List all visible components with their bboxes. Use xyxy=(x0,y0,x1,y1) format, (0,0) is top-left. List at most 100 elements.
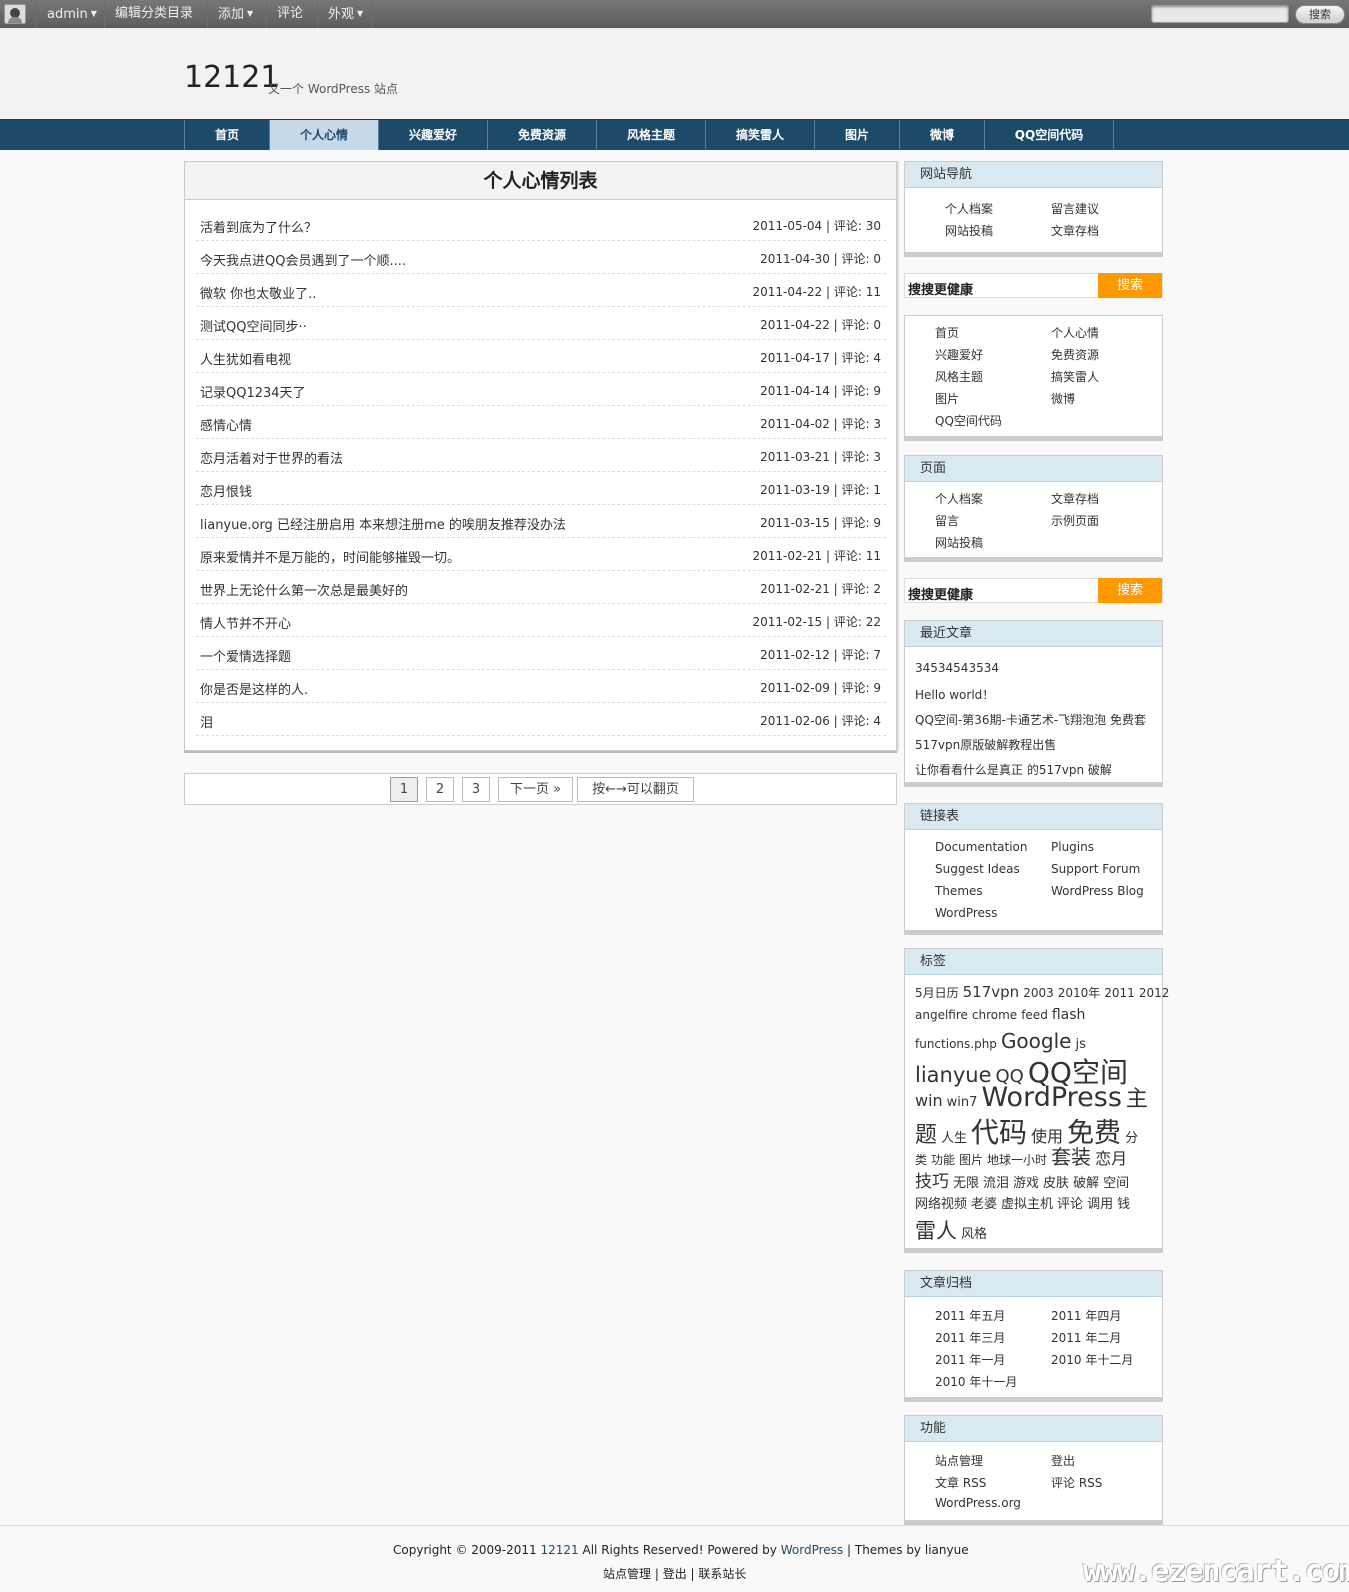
category-link[interactable]: 图片 xyxy=(935,390,959,407)
post-title-link[interactable]: 泪 xyxy=(200,712,213,731)
blogroll-link[interactable]: Plugins xyxy=(1051,840,1094,854)
sidebar-search[interactable]: 搜搜更健康 搜索 xyxy=(904,273,1163,298)
tag-link[interactable]: flash xyxy=(1052,1007,1086,1023)
post-title-link[interactable]: 世界上无论什么第一次总是最美好的 xyxy=(200,580,408,599)
adminbar-item-admin[interactable]: admin ▼ xyxy=(36,0,107,28)
footer-link-logout[interactable]: 登出 xyxy=(663,1567,687,1581)
nav-item-weibo[interactable]: 微博 xyxy=(899,120,984,150)
adminbar-search-input[interactable] xyxy=(1151,5,1289,23)
nav-item-hobby[interactable]: 兴趣爱好 xyxy=(378,120,487,150)
widget-link[interactable]: 网站投稿 xyxy=(945,222,993,239)
footer-wordpress-link[interactable]: WordPress xyxy=(781,1543,843,1557)
post-title-link[interactable]: 恋月活着对于世界的看法 xyxy=(200,448,343,467)
tag-link[interactable]: 钱 xyxy=(1117,1197,1130,1212)
search-input[interactable]: 搜搜更健康 xyxy=(908,279,973,298)
page-link-1[interactable]: 1 xyxy=(390,777,418,802)
search-input[interactable]: 搜搜更健康 xyxy=(908,584,973,603)
archive-link[interactable]: 2010 年十一月 xyxy=(935,1373,1017,1390)
tag-link[interactable]: 网络视频 xyxy=(915,1197,967,1212)
tag-link[interactable]: 2003 xyxy=(1023,986,1054,1000)
blogroll-link[interactable]: Themes xyxy=(935,884,983,898)
post-title-link[interactable]: 活着到底为了什么？ xyxy=(200,217,317,236)
page-link[interactable]: 个人档案 xyxy=(935,490,983,507)
tag-link[interactable]: js xyxy=(1075,1037,1085,1052)
page-link-3[interactable]: 3 xyxy=(462,777,490,802)
tag-link[interactable]: angelfire xyxy=(915,1008,968,1022)
tag-link[interactable]: WordPress xyxy=(981,1082,1121,1113)
category-link[interactable]: 风格主题 xyxy=(935,368,983,385)
tag-link[interactable]: 套装 xyxy=(1051,1145,1091,1169)
category-link[interactable]: 兴趣爱好 xyxy=(935,346,983,363)
recent-post-link[interactable]: 34534543534 xyxy=(915,661,999,675)
tag-link[interactable]: 图片 xyxy=(959,1153,983,1167)
page-link-2[interactable]: 2 xyxy=(426,777,454,802)
meta-link[interactable]: WordPress.org xyxy=(935,1496,1021,1510)
category-link[interactable]: 个人心情 xyxy=(1051,324,1099,341)
tag-link[interactable]: 调用 xyxy=(1087,1197,1113,1212)
nav-item-qzone-code[interactable]: QQ空间代码 xyxy=(984,120,1113,150)
tag-link[interactable]: 主 xyxy=(1126,1087,1148,1112)
tag-link[interactable]: 流泪 xyxy=(983,1176,1009,1191)
post-title-link[interactable]: 记录QQ1234天了 xyxy=(200,382,306,401)
tag-link[interactable]: 老婆 xyxy=(971,1197,997,1212)
footer-author-link[interactable]: lianyue xyxy=(925,1543,969,1557)
footer-link-admin[interactable]: 站点管理 xyxy=(603,1567,651,1581)
tag-link[interactable]: feed xyxy=(1021,1008,1048,1022)
post-title-link[interactable]: 情人节并不开心 xyxy=(200,613,291,632)
meta-link[interactable]: 文章 RSS xyxy=(935,1474,986,1491)
search-button[interactable]: 搜索 xyxy=(1098,273,1162,298)
tag-link[interactable]: 虚拟主机 xyxy=(1001,1197,1053,1212)
page-link[interactable]: 留言 xyxy=(935,512,959,529)
widget-link[interactable]: 文章存档 xyxy=(1051,222,1099,239)
footer-site-link[interactable]: 12121 xyxy=(541,1543,579,1557)
post-title-link[interactable]: 感情心情 xyxy=(200,415,252,434)
archive-link[interactable]: 2011 年四月 xyxy=(1051,1307,1121,1324)
tag-link[interactable]: 雷人 xyxy=(915,1219,957,1243)
page-link[interactable]: 网站投稿 xyxy=(935,534,983,551)
post-title-link[interactable]: 恋月恨钱 xyxy=(200,481,252,500)
page-link[interactable]: 示例页面 xyxy=(1051,512,1099,529)
recent-post-link[interactable]: Hello world！ xyxy=(915,686,994,703)
archive-link[interactable]: 2011 年三月 xyxy=(935,1329,1005,1346)
blogroll-link[interactable]: WordPress xyxy=(935,906,997,920)
post-title-link[interactable]: 微软 你也太敬业了.. xyxy=(200,283,316,302)
post-title-link[interactable]: 一个爱情选择题 xyxy=(200,646,291,665)
blogroll-link[interactable]: WordPress Blog xyxy=(1051,884,1144,898)
archive-link[interactable]: 2010 年十二月 xyxy=(1051,1351,1133,1368)
meta-link[interactable]: 登出 xyxy=(1051,1452,1075,1469)
nav-item-free[interactable]: 免费资源 xyxy=(487,120,596,150)
avatar-icon[interactable] xyxy=(4,4,26,24)
blogroll-link[interactable]: Support Forum xyxy=(1051,862,1140,876)
widget-link[interactable]: 个人档案 xyxy=(945,200,993,217)
tag-link[interactable]: Google xyxy=(1001,1029,1072,1053)
widget-link[interactable]: 留言建议 xyxy=(1051,200,1099,217)
category-link[interactable]: 微博 xyxy=(1051,390,1075,407)
category-link[interactable]: 首页 xyxy=(935,324,959,341)
tag-link[interactable]: 2011 xyxy=(1104,986,1135,1000)
recent-post-link[interactable]: 517vpn原版破解教程出售 xyxy=(915,736,1056,753)
tag-link[interactable]: functions.php xyxy=(915,1037,997,1051)
nav-item-funny[interactable]: 搞笑雷人 xyxy=(705,120,814,150)
category-link[interactable]: 免费资源 xyxy=(1051,346,1099,363)
post-title-link[interactable]: 今天我点进QQ会员遇到了一个顺.... xyxy=(200,250,406,269)
blogroll-link[interactable]: Suggest Ideas xyxy=(935,862,1020,876)
tag-link[interactable]: 评论 xyxy=(1057,1197,1083,1212)
tag-link[interactable]: 地球一小时 xyxy=(987,1153,1047,1167)
next-page-link[interactable]: 下一页 » xyxy=(498,777,573,802)
tag-link[interactable]: 皮肤 xyxy=(1043,1176,1069,1191)
post-title-link[interactable]: 测试QQ空间同步·· xyxy=(200,316,307,335)
category-link[interactable]: 搞笑雷人 xyxy=(1051,368,1099,385)
tag-link[interactable]: 空间 xyxy=(1103,1176,1129,1191)
search-button[interactable]: 搜索 xyxy=(1098,578,1162,603)
adminbar-item-appearance[interactable]: 外观 ▼ xyxy=(317,0,373,28)
tag-link[interactable]: win7 xyxy=(947,1095,978,1110)
post-title-link[interactable]: 人生犹如看电视 xyxy=(200,349,291,368)
archive-link[interactable]: 2011 年二月 xyxy=(1051,1329,1121,1346)
tag-link[interactable]: chrome xyxy=(972,1008,1017,1022)
category-link[interactable]: QQ空间代码 xyxy=(935,412,1002,429)
post-title-link[interactable]: lianyue.org 已经注册启用 本来想注册me 的唉朋友推荐没办法 xyxy=(200,514,566,533)
recent-post-link[interactable]: QQ空间-第36期-卡通艺术-飞翔泡泡 免费套 xyxy=(915,711,1146,728)
tag-link[interactable]: 无限 xyxy=(953,1176,979,1191)
blogroll-link[interactable]: Documentation xyxy=(935,840,1028,854)
nav-item-mood[interactable]: 个人心情 xyxy=(269,120,378,150)
